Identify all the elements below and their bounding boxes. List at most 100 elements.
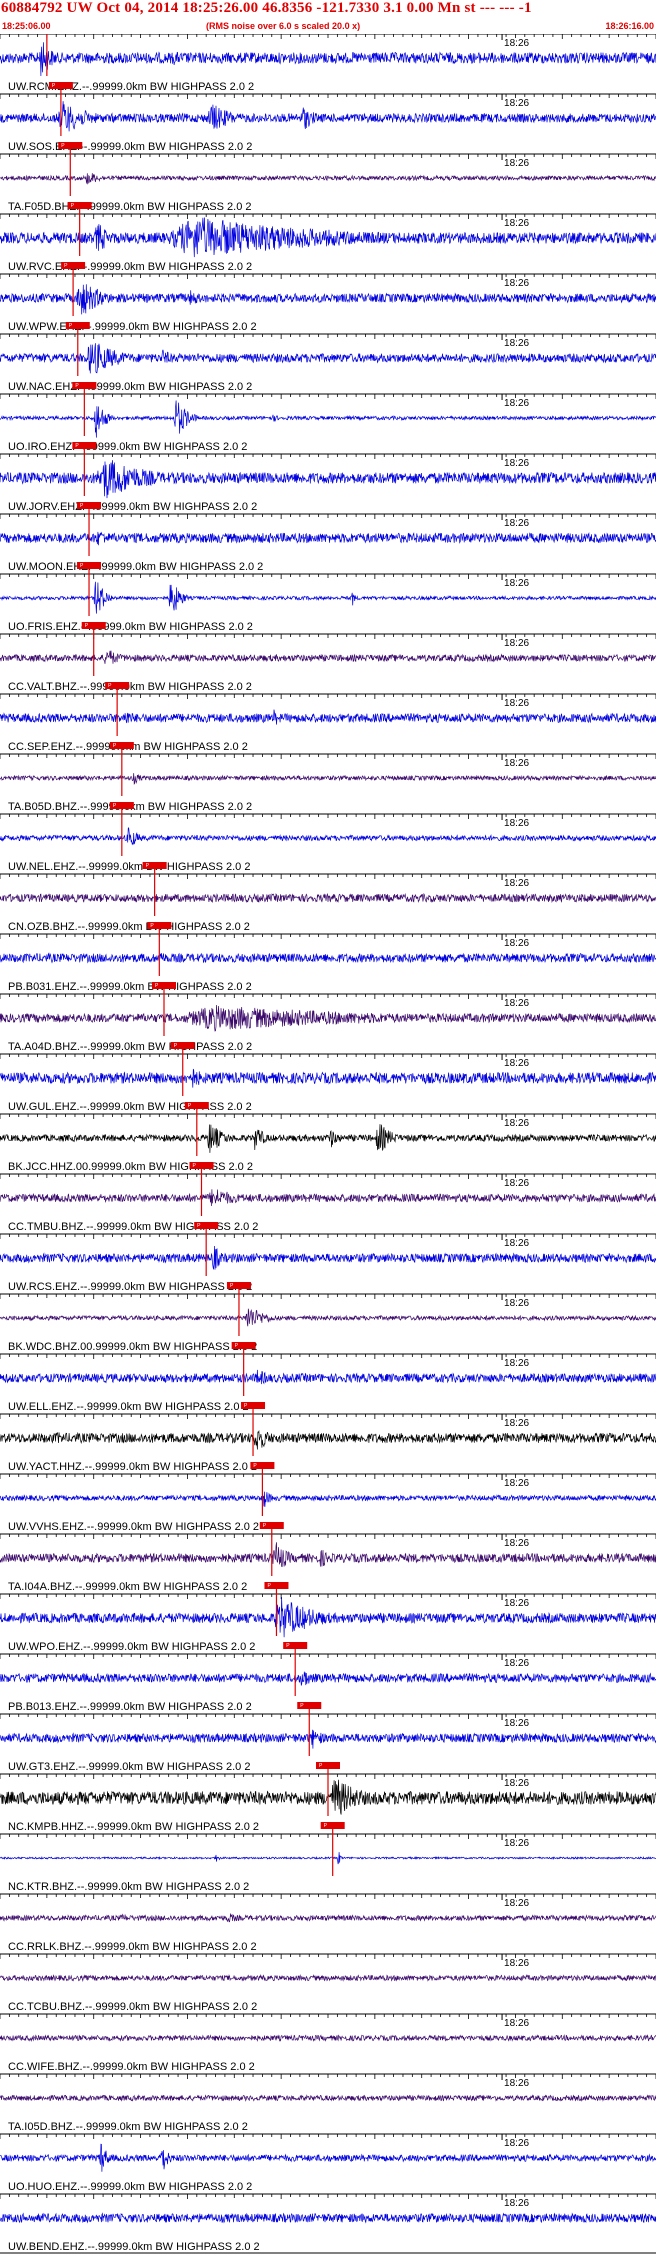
waveform bbox=[0, 343, 656, 374]
waveform bbox=[0, 101, 656, 132]
waveform bbox=[0, 2212, 656, 2224]
waveform bbox=[0, 1004, 656, 1032]
minute-label: 18:26 bbox=[504, 2078, 529, 2089]
minute-label: 18:26 bbox=[504, 1598, 529, 1609]
minute-label: 18:26 bbox=[504, 218, 529, 229]
trace-label: UW.SOS.EHZ.--.99999.0km BW HIGHPASS 2.0 … bbox=[8, 141, 252, 153]
waveform bbox=[0, 284, 656, 315]
minute-label: 18:26 bbox=[504, 1358, 529, 1369]
minute-label: 18:26 bbox=[504, 1118, 529, 1129]
waveform bbox=[0, 1068, 656, 1088]
waveform bbox=[0, 1852, 656, 1865]
minute-label: 18:26 bbox=[504, 98, 529, 109]
waveform bbox=[0, 217, 656, 258]
minute-label: 18:26 bbox=[504, 998, 529, 1009]
waveform bbox=[0, 173, 656, 185]
trace-label: TA.I04A.BHZ.--.99999.0km BW HIGHPASS 2.0… bbox=[8, 1581, 247, 1593]
waveform bbox=[0, 1542, 656, 1568]
trace-label: NC.KMPB.HHZ.--.99999.0km BW HIGHPASS 2.0… bbox=[8, 1821, 259, 1833]
trace-label: UW.GUL.EHZ.--.99999.0km BW HIGHPASS 2.0 … bbox=[8, 1101, 252, 1113]
trace-label: UW.VVHS.EHZ.--.99999.0km BW HIGHPASS 2.0… bbox=[8, 1521, 259, 1533]
waveform bbox=[0, 1974, 656, 1982]
minute-label: 18:26 bbox=[504, 1958, 529, 1969]
trace-label: UO.IRO.EHZ.--.99999.0km BW HIGHPASS 2.0 … bbox=[8, 441, 247, 453]
waveform bbox=[0, 827, 656, 846]
waveform bbox=[0, 42, 656, 77]
trace-row: 18:26 TA.I05D.BHZ.--.99999.0km BW HIGHPAS… bbox=[0, 2073, 656, 2133]
trace-label: UW.YACT.HHZ.--.99999.0km BW HIGHPASS 2.0… bbox=[8, 1461, 257, 1473]
waveform bbox=[0, 952, 656, 964]
trace-label: UW.GT3.EHZ.--.99999.0km BW HIGHPASS 2.0 … bbox=[8, 1761, 250, 1773]
minute-label: 18:26 bbox=[504, 2018, 529, 2029]
waveform bbox=[0, 773, 656, 785]
trace-row: 18:26 CC.TCBU.BHZ.--.99999.0km BW HIGHPAS… bbox=[0, 1953, 656, 2013]
trace-label: UW.JORV.EHZ.--.99999.0km BW HIGHPASS 2.0… bbox=[8, 501, 257, 513]
minute-label: 18:26 bbox=[504, 1238, 529, 1249]
trace-label: PB.B031.EHZ.--.99999.0km BW HIGHPASS 2.0… bbox=[8, 981, 252, 993]
minute-label: 18:26 bbox=[504, 1838, 529, 1849]
trace-row: 18:26 CC.WIFE.BHZ.--.99999.0km BW HIGHPAS… bbox=[0, 2013, 656, 2073]
minute-label: 18:26 bbox=[504, 158, 529, 169]
trace-label: TA.I05D.BHZ.--.99999.0km BW HIGHPASS 2.0… bbox=[8, 2121, 248, 2133]
waveform bbox=[0, 2034, 656, 2042]
waveform bbox=[0, 1671, 656, 1686]
trace-label: UW.RVC.EHZ.--.99999.0km BW HIGHPASS 2.0 … bbox=[8, 261, 252, 273]
waveform bbox=[0, 892, 656, 904]
minute-label: 18:26 bbox=[504, 638, 529, 649]
minute-label: 18:26 bbox=[504, 38, 529, 49]
trace-label: CC.TMBU.BHZ.--.99999.0km BW HIGHPASS 2.0… bbox=[8, 1221, 258, 1233]
waveform bbox=[0, 1308, 656, 1327]
trace-label: UW.NEL.EHZ.--.99999.0km BW HIGHPASS 2.0 … bbox=[8, 861, 250, 873]
minute-label: 18:26 bbox=[504, 1058, 529, 1069]
minute-label: 18:26 bbox=[504, 398, 529, 409]
trace-label: UW.RCM.EHZ.--.99999.0km BW HIGHPASS 2.0 … bbox=[8, 81, 254, 93]
trace-row: 18:26 UO.HUO.EHZ.--.99999.0km BW HIGHPASS… bbox=[0, 2133, 656, 2193]
waveform bbox=[0, 531, 656, 546]
trace-label: CN.OZB.BHZ.--.99999.0km BW HIGHPASS 2.0 … bbox=[8, 921, 250, 933]
trace-label: UW.WPO.EHZ.--.99999.0km BW HIGHPASS 2.0 … bbox=[8, 1641, 255, 1653]
minute-label: 18:26 bbox=[504, 1538, 529, 1549]
waveform bbox=[0, 460, 656, 499]
trace-row: 18:26 UW.BEND.EHZ.--.99999.0km BW HIGHPAS… bbox=[0, 2193, 656, 2253]
trace-label: CC.VALT.BHZ.--.99999.0km BW HIGHPASS 2.0… bbox=[8, 681, 252, 693]
trace-label: CC.WIFE.BHZ.--.99999.0km BW HIGHPASS 2.0… bbox=[8, 2061, 255, 2073]
trace-label: UW.RCS.EHZ.--.99999.0km BW HIGHPASS 2.0 … bbox=[8, 1281, 252, 1293]
start-time: 18:25:06.00 bbox=[2, 21, 51, 31]
waveform bbox=[0, 1124, 656, 1153]
minute-label: 18:26 bbox=[504, 1298, 529, 1309]
minute-label: 18:26 bbox=[504, 698, 529, 709]
waveform bbox=[0, 1491, 656, 1507]
minute-label: 18:26 bbox=[504, 518, 529, 529]
waveform bbox=[0, 1245, 656, 1270]
scale-note: (RMS noise over 6.0 s scaled 20.0 x) bbox=[206, 21, 361, 31]
end-time: 18:26:16.00 bbox=[605, 21, 654, 31]
trace-label: UO.FRIS.EHZ.--.99999.0km BW HIGHPASS 2.0… bbox=[8, 621, 253, 633]
minute-label: 18:26 bbox=[504, 1658, 529, 1669]
minute-label: 18:26 bbox=[504, 1778, 529, 1789]
page-title: 60884792 UW Oct 04, 2014 18:25:26.00 46.… bbox=[1, 0, 532, 16]
trace-label: PB.B013.EHZ.--.99999.0km BW HIGHPASS 2.0… bbox=[8, 1701, 252, 1713]
trace-label: UW.MOON.EHZ.--.99999.0km BW HIGHPASS 2.0… bbox=[8, 561, 263, 573]
trace-row: 18:26 CC.RRLK.BHZ.--.99999.0km BW HIGHPAS… bbox=[0, 1893, 656, 1953]
minute-label: 18:26 bbox=[504, 938, 529, 949]
trace-label: UW.WPW.EHZ.--.99999.0km BW HIGHPASS 2.0 … bbox=[8, 321, 257, 333]
trace-row: 18:26PUW.RCM.EHZ.--.99999.0km BW HIGHPAS… bbox=[0, 34, 656, 93]
trace-label: BK.WDC.BHZ.00.99999.0km BW HIGHPASS 2.0 … bbox=[8, 1341, 257, 1353]
minute-label: 18:26 bbox=[504, 1478, 529, 1489]
waveform bbox=[0, 650, 656, 664]
minute-label: 18:26 bbox=[504, 1418, 529, 1429]
minute-label: 18:26 bbox=[504, 2198, 529, 2209]
minute-label: 18:26 bbox=[504, 458, 529, 469]
trace-label: TA.A04D.BHZ.--.99999.0km BW HIGHPASS 2.0… bbox=[8, 1041, 252, 1053]
trace-label: UO.HUO.EHZ.--.99999.0km BW HIGHPASS 2.0 … bbox=[8, 2181, 252, 2193]
minute-label: 18:26 bbox=[504, 1898, 529, 1909]
minute-label: 18:26 bbox=[504, 2138, 529, 2149]
trace-label: UW.NAC.EHZ.--.99999.0km BW HIGHPASS 2.0 … bbox=[8, 381, 252, 393]
trace-label: BK.JCC.HHZ.00.99999.0km BW HIGHPASS 2.0 … bbox=[8, 1161, 253, 1173]
waveform bbox=[0, 2094, 656, 2102]
waveform bbox=[0, 1189, 656, 1207]
waveform bbox=[0, 1597, 656, 1638]
trace-label: TA.F05D.BHZ.--.99999.0km BW HIGHPASS 2.0… bbox=[8, 201, 252, 213]
trace-label: UW.ELL.EHZ.--.99999.0km BW HIGHPASS 2.0 … bbox=[8, 1401, 249, 1413]
waveform bbox=[0, 581, 656, 614]
